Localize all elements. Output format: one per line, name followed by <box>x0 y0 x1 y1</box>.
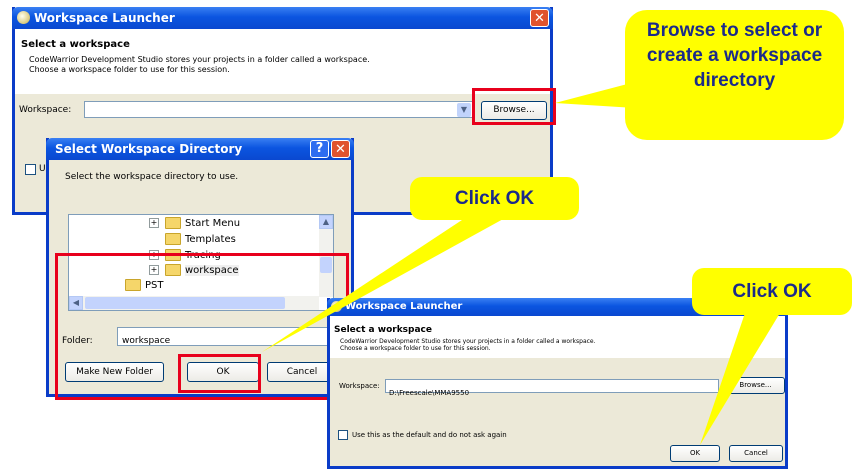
callout-click-ok-2: Click OK <box>692 268 852 315</box>
callout-click-ok-1: Click OK <box>410 177 579 220</box>
callout-browse: Browse to select or create a workspace d… <box>625 10 844 140</box>
pointer-browse <box>555 82 635 108</box>
pointer-ok-2 <box>700 313 780 445</box>
pointer-ok-1 <box>262 218 505 352</box>
